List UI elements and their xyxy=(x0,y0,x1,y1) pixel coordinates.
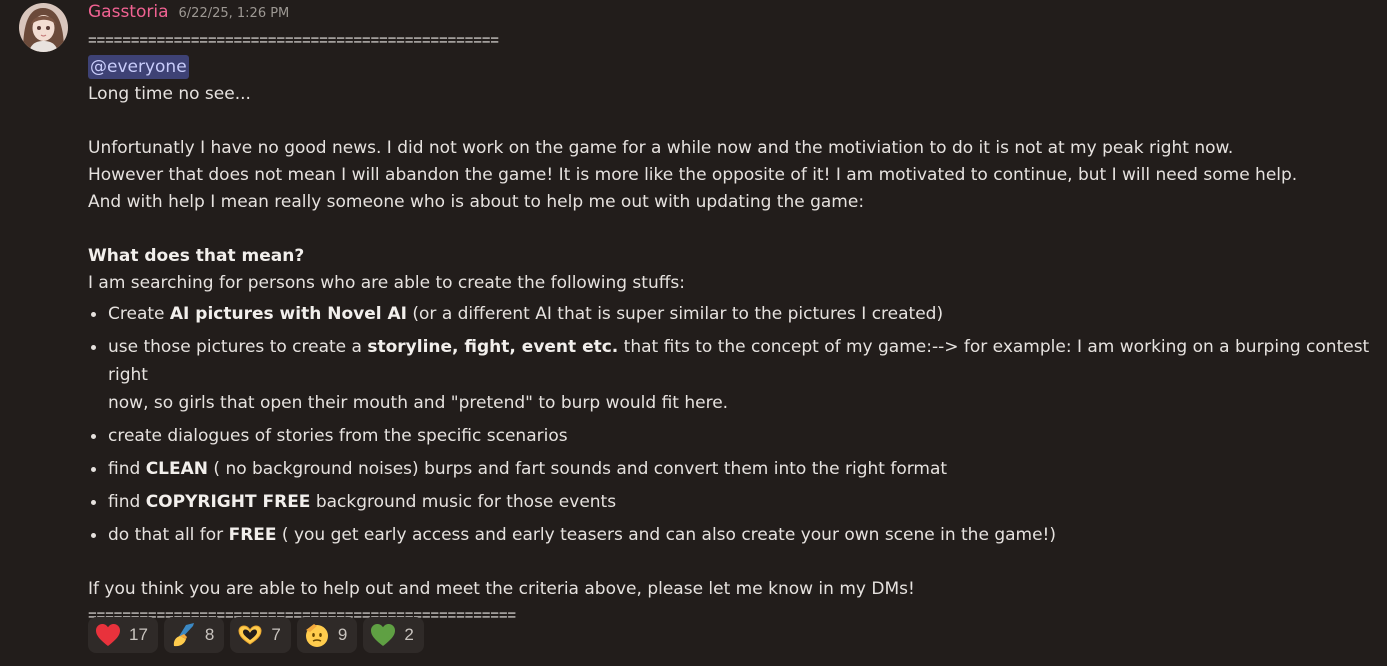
bullet-icon xyxy=(91,500,96,505)
reaction-count: 7 xyxy=(271,625,281,644)
reaction-heart[interactable]: 17 xyxy=(88,617,158,653)
reaction-count: 2 xyxy=(404,625,414,644)
heart-hands-icon xyxy=(237,622,263,648)
paragraph-line: However that does not mean I will abando… xyxy=(88,165,1298,185)
bullet-text: find xyxy=(108,459,146,479)
reactions-bar: 17 8 7 9 2 xyxy=(88,617,424,653)
list-item: do that all for FREE ( you get early acc… xyxy=(88,521,1378,549)
list-item: use those pictures to create a storyline… xyxy=(88,333,1378,417)
list-item: find COPYRIGHT FREE background music for… xyxy=(88,488,1378,516)
avatar[interactable] xyxy=(19,3,68,52)
reaction-count: 9 xyxy=(337,625,348,644)
paragraph-line: And with help I mean really someone who … xyxy=(88,192,865,212)
list-item: Create AI pictures with Novel AI (or a d… xyxy=(88,300,1378,328)
everyone-mention[interactable]: @everyone xyxy=(88,55,189,79)
paragraph-line: Unfortunatly I have no good news. I did … xyxy=(88,138,1234,158)
reaction-count: 8 xyxy=(204,625,215,644)
bullet-icon xyxy=(91,345,96,350)
bullet-text: Create xyxy=(108,304,170,324)
bullet-icon xyxy=(91,434,96,439)
bullet-icon xyxy=(91,312,96,317)
bullet-text: create dialogues of stories from the spe… xyxy=(108,426,568,446)
bullet-icon xyxy=(91,467,96,472)
separator-top: ========================================… xyxy=(88,32,499,49)
bullet-bold: FREE xyxy=(228,525,277,545)
username[interactable]: Gasstoria xyxy=(88,2,169,22)
bullet-text: use those pictures to create a xyxy=(108,337,368,357)
timestamp[interactable]: 6/22/25, 1:26 PM xyxy=(179,6,290,21)
list-item: create dialogues of stories from the spe… xyxy=(88,422,1378,450)
reaction-writing-hand[interactable]: 8 xyxy=(163,617,225,653)
bullet-text: ( no background noises) burps and fart s… xyxy=(208,459,948,479)
writing-hand-icon xyxy=(171,622,197,648)
mention-line: @everyone xyxy=(88,53,1378,81)
reaction-green-heart[interactable]: 2 xyxy=(363,617,424,653)
reaction-heart-hands[interactable]: 7 xyxy=(230,617,291,653)
bullet-bold: AI pictures with Novel AI xyxy=(169,304,407,324)
message-header: Gasstoria 6/22/25, 1:26 PM xyxy=(88,2,289,26)
bullet-text: find xyxy=(108,492,146,512)
bullet-text: now, so girls that open their mouth and … xyxy=(108,393,729,413)
section-heading: What does that mean? xyxy=(88,246,305,266)
bullet-text: ( you get early access and early teasers… xyxy=(276,525,1056,545)
saluting-face-icon xyxy=(304,622,330,648)
bullet-icon xyxy=(91,533,96,538)
list-item: find CLEAN ( no background noises) burps… xyxy=(88,455,1378,483)
closing-text: If you think you are able to help out an… xyxy=(88,579,915,599)
reaction-saluting-face[interactable]: 9 xyxy=(296,617,358,653)
message-content: ========================================… xyxy=(88,28,1378,628)
bullet-text: do that all for xyxy=(108,525,229,545)
bullet-text: background music for those events xyxy=(310,492,617,512)
bullet-bold: COPYRIGHT FREE xyxy=(145,492,311,512)
reaction-count: 17 xyxy=(129,625,148,644)
green-heart-icon xyxy=(370,622,396,648)
bullet-bold: storyline, fight, event etc. xyxy=(367,337,619,357)
intro-text: I am searching for persons who are able … xyxy=(88,273,686,293)
greeting-text: Long time no see... xyxy=(88,84,251,104)
requirements-list: Create AI pictures with Novel AI (or a d… xyxy=(88,300,1378,549)
heart-icon xyxy=(95,622,121,648)
bullet-text: (or a different AI that is super similar… xyxy=(406,304,944,324)
bullet-bold: CLEAN xyxy=(145,459,208,479)
